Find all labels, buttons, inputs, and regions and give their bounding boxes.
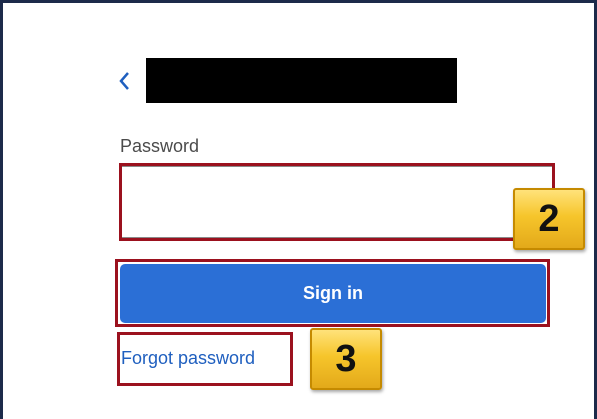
step-3-badge: 3 xyxy=(310,328,382,390)
password-highlight-box xyxy=(119,163,555,241)
chevron-left-icon[interactable] xyxy=(115,67,135,95)
login-panel: Password Sign in Forgot password 2 3 xyxy=(0,0,597,419)
sign-in-highlight-box xyxy=(115,259,550,327)
redacted-email xyxy=(146,58,457,103)
forgot-password-highlight-box xyxy=(117,332,293,386)
step-2-badge: 2 xyxy=(513,188,585,250)
password-label: Password xyxy=(120,136,200,156)
